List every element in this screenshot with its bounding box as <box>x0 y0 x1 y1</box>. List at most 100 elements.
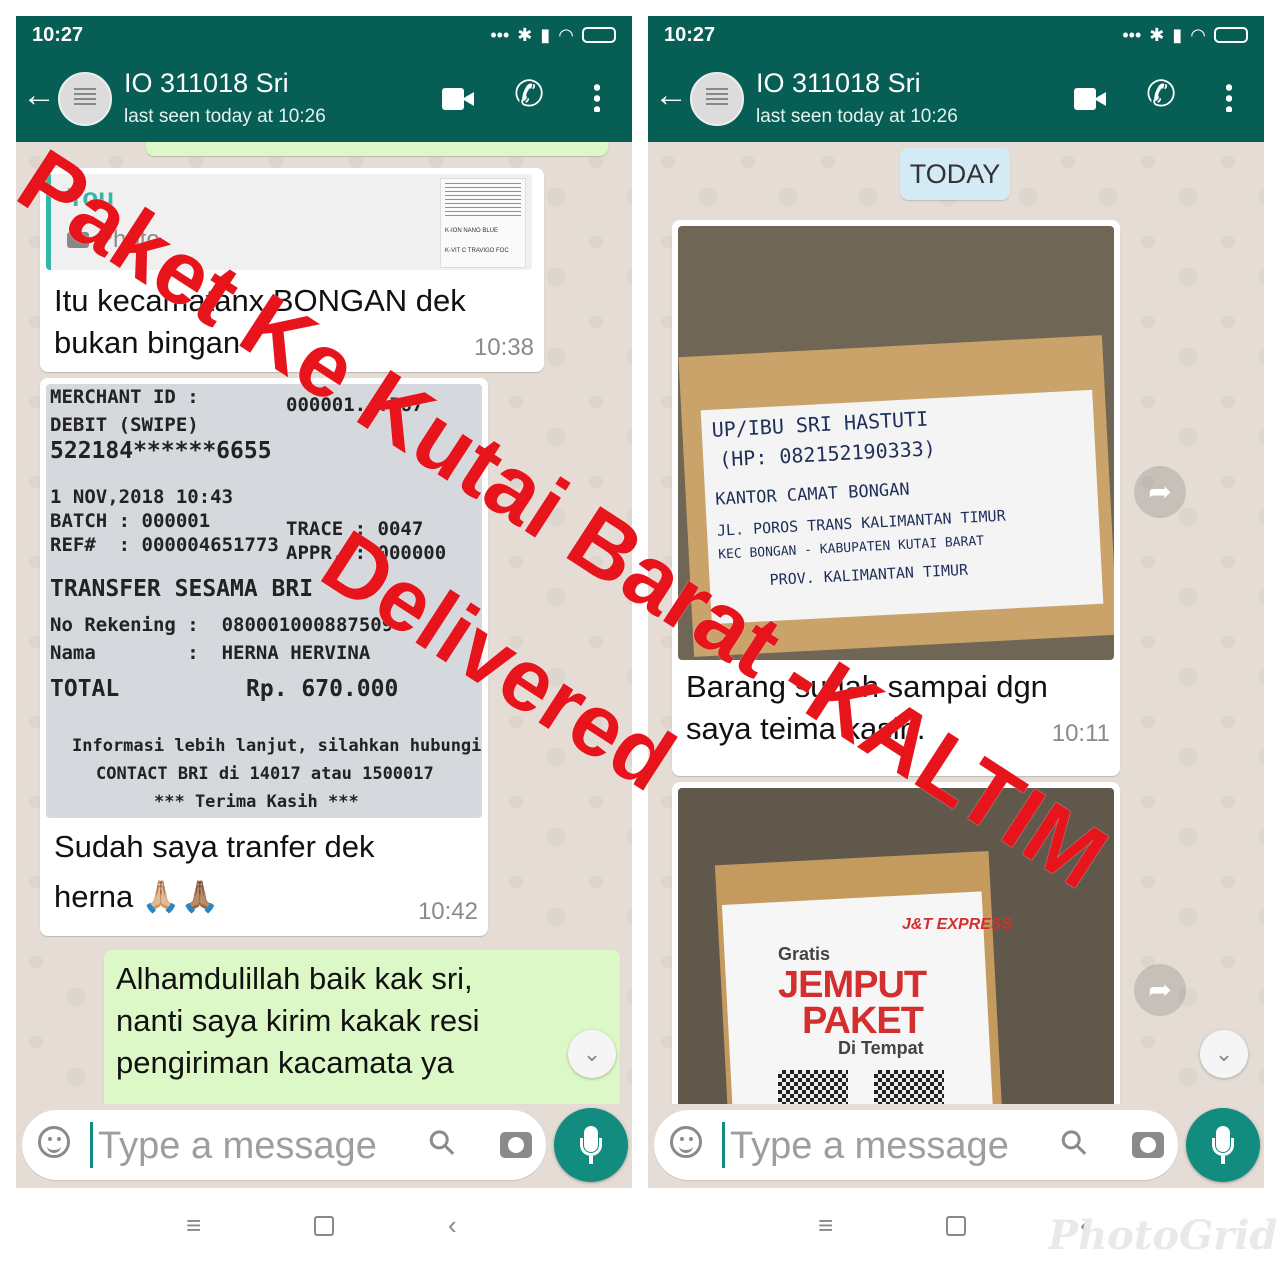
more-options-icon[interactable] <box>1226 82 1232 112</box>
system-nav-bar: ≡ ‹ <box>16 1196 632 1256</box>
quote-label: Photo <box>97 226 160 253</box>
receipt-line: 1 NOV,2018 10:43 <box>50 486 234 508</box>
flyer-photo[interactable]: J&T EXPRESS Gratis JEMPUT PAKET Di Tempa… <box>678 788 1114 1104</box>
contact-name[interactable]: IO 311018 Sri <box>124 68 289 99</box>
more-options-icon[interactable] <box>594 82 600 112</box>
receipt-line: TRACE : 0047 <box>286 518 424 540</box>
message-text: nanti saya kirim kakak resi <box>116 1003 480 1038</box>
thumb-text-2: K-VIT C TRAVIGO FOC <box>445 248 509 254</box>
contact-avatar[interactable] <box>690 72 744 126</box>
message-input[interactable] <box>96 1120 400 1172</box>
more-notifications-icon: ••• <box>490 25 510 45</box>
outgoing-message-bubble[interactable]: Alhamdulillah baik kak sri, nanti saya k… <box>104 950 620 1104</box>
video-call-icon[interactable] <box>442 88 474 110</box>
composer-bar: ⚲ <box>16 1104 632 1188</box>
signal-icon: ▮ <box>1172 25 1183 45</box>
flyer-text: Di Tempat <box>838 1038 924 1058</box>
message-time: 10:11 <box>1051 720 1110 747</box>
reply-quote[interactable]: You Photo K-ION NANO BLUE K-VIT C TRAVIG… <box>46 174 532 270</box>
home-icon[interactable] <box>314 1216 334 1236</box>
receipt-line: 000001...567 <box>286 394 424 416</box>
voice-call-icon[interactable]: ✆ <box>514 76 544 112</box>
quote-author: You <box>67 182 115 212</box>
package-photo[interactable]: UP/IBU SRI HASTUTI (HP: 082152190333) KA… <box>678 226 1114 660</box>
message-text: pengiriman kacamata ya <box>116 1045 454 1080</box>
chat-header: ← IO 311018 Sri last seen today at 10:26… <box>648 54 1264 142</box>
contact-name[interactable]: IO 311018 Sri <box>756 68 921 99</box>
scroll-down-icon[interactable]: ⌄ <box>1200 1030 1248 1078</box>
label-line: (HP: 082152190333) <box>718 436 937 472</box>
message-list[interactable]: TODAY UP/IBU SRI HASTUTI (HP: 0821521903… <box>648 142 1264 1104</box>
wifi-icon: ◠ <box>1190 25 1206 45</box>
back-arrow-icon[interactable]: ← <box>654 78 688 112</box>
contact-avatar[interactable] <box>58 72 112 126</box>
message-composer[interactable]: ⚲ <box>654 1110 1178 1180</box>
message-bubble[interactable]: You Photo K-ION NANO BLUE K-VIT C TRAVIG… <box>40 168 544 372</box>
forward-icon[interactable]: ➦ <box>1134 964 1186 1016</box>
forward-icon[interactable]: ➦ <box>1134 466 1186 518</box>
receipt-total-label: TOTAL <box>50 676 120 702</box>
status-time: 10:27 <box>32 23 84 46</box>
signal-icon: ▮ <box>540 25 551 45</box>
recents-menu-icon[interactable]: ≡ <box>186 1210 201 1240</box>
receipt-line: Nama : HERNA HERVINA <box>50 642 371 664</box>
status-icons: ••• ✱ ▮ ◠ <box>1122 26 1248 44</box>
voice-call-icon[interactable]: ✆ <box>1146 76 1176 112</box>
qr-code <box>778 1070 848 1104</box>
battery-icon <box>1214 27 1248 43</box>
home-icon[interactable] <box>946 1216 966 1236</box>
label-line: KEC BONGAN - KABUPATEN KUTAI BARAT <box>717 533 985 563</box>
receipt-line: BATCH : 000001 <box>50 510 211 532</box>
last-seen-status: last seen today at 10:26 <box>124 106 326 127</box>
receipt-line: DEBIT (SWIPE) <box>50 414 199 436</box>
shipping-label: UP/IBU SRI HASTUTI (HP: 082152190333) KA… <box>700 389 1104 625</box>
receipt-photo[interactable]: MERCHANT ID : 000001...567 DEBIT (SWIPE)… <box>46 384 482 818</box>
mic-button[interactable] <box>1186 1108 1260 1182</box>
image-message-bubble[interactable]: UP/IBU SRI HASTUTI (HP: 082152190333) KA… <box>672 220 1120 776</box>
text-cursor <box>90 1122 93 1168</box>
back-icon[interactable]: ‹ <box>448 1210 457 1240</box>
message-list[interactable]: You Photo K-ION NANO BLUE K-VIT C TRAVIG… <box>16 142 632 1104</box>
message-text: Sudah saya tranfer dek <box>54 829 375 864</box>
message-bubble-partial[interactable] <box>146 142 608 156</box>
emoji-icon[interactable] <box>670 1126 702 1158</box>
scroll-down-icon[interactable]: ⌄ <box>568 1030 616 1078</box>
composer-bar: ⚲ <box>648 1104 1264 1188</box>
label-line: KANTOR CAMAT BONGAN <box>714 479 911 510</box>
receipt-line: APPR. : 000000 <box>286 542 447 564</box>
label-line: UP/IBU SRI HASTUTI <box>711 406 929 442</box>
message-composer[interactable]: ⚲ <box>22 1110 546 1180</box>
message-time: 10:42 <box>417 898 478 925</box>
chat-screen-right: 10:27 ••• ✱ ▮ ◠ ← IO 311018 Sri last see… <box>648 16 1264 1188</box>
receipt-line: MERCHANT ID : <box>50 386 199 408</box>
quote-thumbnail: K-ION NANO BLUE K-VIT C TRAVIGO FOC <box>440 178 526 268</box>
attach-icon[interactable]: ⚲ <box>1052 1121 1096 1165</box>
attach-icon[interactable]: ⚲ <box>420 1121 464 1165</box>
status-time: 10:27 <box>664 23 716 46</box>
receipt-heading: TRANSFER SESAMA BRI <box>50 576 314 602</box>
text-cursor <box>722 1122 725 1168</box>
image-message-bubble[interactable]: J&T EXPRESS Gratis JEMPUT PAKET Di Tempa… <box>672 782 1120 1104</box>
last-seen-status: last seen today at 10:26 <box>756 106 958 127</box>
receipt-line: No Rekening : 080001000887509 <box>50 614 394 636</box>
bluetooth-icon: ✱ <box>517 25 533 45</box>
message-input[interactable] <box>728 1120 1032 1172</box>
camera-icon[interactable] <box>1132 1132 1164 1158</box>
chat-header: ← IO 311018 Sri last seen today at 10:26… <box>16 54 632 142</box>
mic-button[interactable] <box>554 1108 628 1182</box>
status-bar: 10:27 ••• ✱ ▮ ◠ <box>16 16 632 54</box>
recents-menu-icon[interactable]: ≡ <box>818 1210 833 1240</box>
image-message-bubble[interactable]: MERCHANT ID : 000001...567 DEBIT (SWIPE)… <box>40 378 488 936</box>
camera-icon[interactable] <box>500 1132 532 1158</box>
back-arrow-icon[interactable]: ← <box>22 78 56 112</box>
battery-icon <box>582 27 616 43</box>
thumb-text-1: K-ION NANO BLUE <box>445 228 499 234</box>
status-icons: ••• ✱ ▮ ◠ <box>490 26 616 44</box>
flyer-brand: J&T EXPRESS <box>902 916 1013 933</box>
message-text: herna 🙏🏼🙏🏽 <box>54 879 220 914</box>
emoji-icon[interactable] <box>38 1126 70 1158</box>
video-call-icon[interactable] <box>1074 88 1106 110</box>
receipt-card-number: 522184******6655 <box>50 438 272 464</box>
wifi-icon: ◠ <box>558 25 574 45</box>
qr-code <box>874 1070 944 1104</box>
